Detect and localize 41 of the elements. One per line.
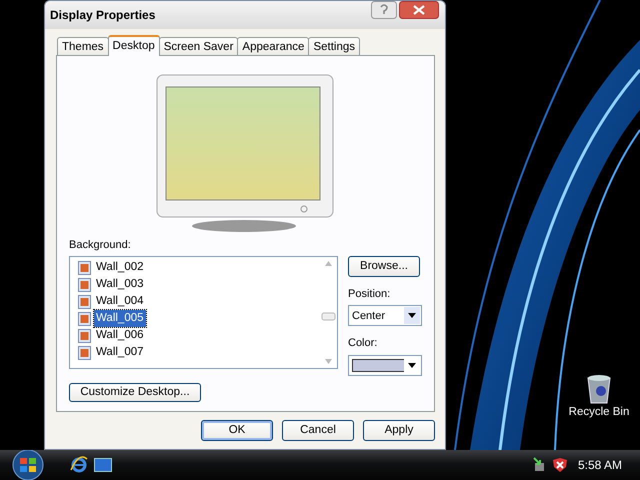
- wallpaper-list-item[interactable]: Wall_002: [94, 258, 146, 276]
- image-file-icon: [78, 312, 91, 326]
- dropdown-arrow-icon: [408, 362, 416, 368]
- network-icon[interactable]: [532, 457, 546, 473]
- image-file-icon: [78, 294, 91, 308]
- dialog-button[interactable]: Apply: [363, 420, 435, 441]
- wallpaper-list-item[interactable]: Wall_004: [94, 292, 146, 310]
- start-orb-icon[interactable]: [10, 450, 46, 480]
- color-picker[interactable]: [348, 354, 422, 376]
- wallpaper-list-item[interactable]: Wall_003: [94, 276, 146, 294]
- desktop-window-icon[interactable]: [94, 457, 112, 473]
- recycle-bin-icon[interactable]: [586, 374, 612, 404]
- tab[interactable]: Themes: [57, 37, 109, 55]
- clock[interactable]: 5:58 AM: [578, 456, 622, 474]
- position-dropdown[interactable]: Center: [348, 305, 422, 326]
- image-file-icon: [78, 346, 91, 360]
- tab[interactable]: Screen Saver: [158, 37, 238, 55]
- security-alert-icon[interactable]: [552, 457, 568, 473]
- window-title: Display Properties: [50, 7, 156, 24]
- customize-desktop-button[interactable]: Customize Desktop...: [69, 382, 201, 402]
- image-file-icon: [78, 260, 91, 274]
- tab[interactable]: Settings: [308, 37, 360, 55]
- image-file-icon: [78, 278, 91, 292]
- close-icon[interactable]: [399, 1, 439, 19]
- tab[interactable]: Desktop: [108, 35, 160, 56]
- dialog-button[interactable]: OK: [201, 420, 273, 441]
- browser-e-icon[interactable]: [70, 456, 88, 474]
- color-label: Color:: [348, 336, 378, 352]
- tab[interactable]: Appearance: [237, 37, 310, 55]
- help-icon[interactable]: [371, 1, 397, 19]
- position-label: Position:: [348, 287, 392, 302]
- desktop-icon-label[interactable]: Recycle Bin: [568, 404, 630, 422]
- wallpaper-list-item[interactable]: Wall_006: [94, 326, 146, 344]
- wallpaper-list-item[interactable]: Wall_005: [94, 310, 146, 328]
- browse-button[interactable]: Browse...: [348, 256, 420, 277]
- dialog-button[interactable]: Cancel: [282, 420, 354, 441]
- color-swatch: [352, 358, 404, 372]
- image-file-icon: [78, 328, 91, 342]
- background-label: Background:: [69, 238, 132, 253]
- wallpaper-list-item[interactable]: Wall_007: [94, 344, 146, 362]
- dropdown-arrow-icon: [408, 313, 416, 318]
